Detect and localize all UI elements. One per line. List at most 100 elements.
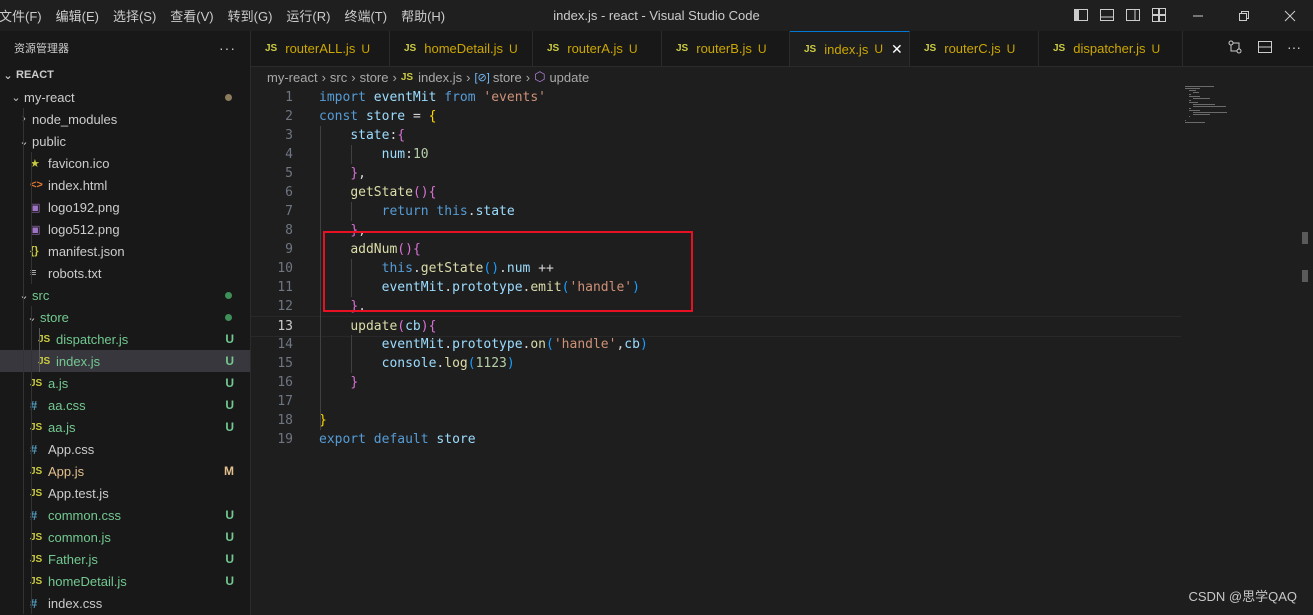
- code-line[interactable]: 3 state:{: [251, 126, 1181, 145]
- code-line[interactable]: 6 getState(){: [251, 183, 1181, 202]
- code-line[interactable]: 7 return this.state: [251, 202, 1181, 221]
- scrollbar[interactable]: [1302, 232, 1308, 282]
- code-line[interactable]: 12 },: [251, 297, 1181, 316]
- menu-item[interactable]: 文件(F): [0, 6, 49, 25]
- tree-file[interactable]: ≡ robots.txt: [0, 262, 250, 284]
- tree-file[interactable]: JS App.test.js: [0, 482, 250, 504]
- breadcrumb-item[interactable]: store: [360, 70, 389, 85]
- code-line[interactable]: 18}: [251, 411, 1181, 430]
- menu-item[interactable]: 运行(R): [279, 6, 337, 25]
- tree-file[interactable]: ▣ logo192.png: [0, 196, 250, 218]
- layout-sidebar-right-icon[interactable]: [1124, 6, 1142, 24]
- compare-changes-icon[interactable]: [1227, 39, 1243, 58]
- tree-file[interactable]: JS common.js U: [0, 526, 250, 548]
- layout-sidebar-left-icon[interactable]: [1072, 6, 1090, 24]
- tree-folder[interactable]: ⌄ store: [0, 306, 250, 328]
- code-line[interactable]: 1 import eventMit from 'events': [251, 88, 1181, 107]
- tree-item-label: aa.js: [48, 419, 76, 435]
- breadcrumb-item[interactable]: src: [330, 70, 347, 85]
- code-line[interactable]: 10 this.getState().num ++: [251, 259, 1181, 278]
- code-line[interactable]: 2 const store = {: [251, 107, 1181, 126]
- tab-label: index.js: [824, 41, 869, 57]
- editor-tab[interactable]: JS routerA.js U: [533, 31, 662, 66]
- menu-item[interactable]: 终端(T): [337, 6, 394, 25]
- minimize-icon[interactable]: [1175, 0, 1221, 31]
- tree-item-label: manifest.json: [48, 243, 125, 259]
- git-status-badge: U: [361, 41, 370, 56]
- code-line[interactable]: 8 },: [251, 221, 1181, 240]
- customize-layout-icon[interactable]: [1150, 6, 1168, 24]
- restore-icon[interactable]: [1221, 0, 1267, 31]
- code-token: (): [412, 185, 429, 200]
- tree-file[interactable]: JS dispatcher.js U: [0, 328, 250, 350]
- tree-folder[interactable]: ›node_modules: [0, 108, 250, 130]
- tree-item-label: logo512.png: [48, 221, 120, 237]
- code-token: .: [444, 280, 453, 295]
- code-token: store: [365, 109, 413, 124]
- code-line[interactable]: 5 },: [251, 164, 1181, 183]
- tree-folder[interactable]: ⌄ my-react: [0, 86, 250, 108]
- menu-item[interactable]: 转到(G): [221, 6, 280, 25]
- tree-file[interactable]: JS homeDetail.js U: [0, 570, 250, 592]
- minimap-line: [1189, 102, 1198, 103]
- tree-file[interactable]: {} manifest.json: [0, 240, 250, 262]
- tree-file[interactable]: JS aa.js U: [0, 416, 250, 438]
- tree-file[interactable]: JS index.js U: [0, 350, 250, 372]
- menu-item[interactable]: 编辑(E): [49, 6, 106, 25]
- more-actions-icon[interactable]: ···: [219, 40, 236, 56]
- variable-icon: [⊘]: [474, 71, 490, 84]
- menu-item[interactable]: 选择(S): [106, 6, 163, 25]
- tree-file[interactable]: # aa.css U: [0, 394, 250, 416]
- editor-tab[interactable]: JS routerC.js U: [910, 31, 1039, 66]
- menu-item[interactable]: 帮助(H): [394, 6, 452, 25]
- code-content: },: [319, 221, 366, 240]
- breadcrumb-item[interactable]: store: [493, 70, 522, 85]
- tree-file[interactable]: # common.css U: [0, 504, 250, 526]
- breadcrumb-item[interactable]: my-react: [267, 70, 318, 85]
- tree-file[interactable]: <> index.html: [0, 174, 250, 196]
- html-file-icon: <>: [30, 179, 43, 191]
- tree-file[interactable]: # index.css: [0, 592, 250, 614]
- breadcrumb-item[interactable]: index.js: [418, 70, 462, 85]
- code-token: .: [412, 261, 421, 276]
- code-line[interactable]: 14 eventMit.prototype.on('handle',cb): [251, 335, 1181, 354]
- close-tab-icon[interactable]: ✕: [891, 41, 903, 58]
- code-line[interactable]: 16 }: [251, 373, 1181, 392]
- code-token: ): [506, 356, 515, 371]
- split-editor-icon[interactable]: [1257, 39, 1273, 58]
- indent-guide: [23, 570, 24, 592]
- code-line[interactable]: 13 update(cb){: [251, 316, 1181, 337]
- editor-tab[interactable]: JS dispatcher.js U: [1039, 31, 1183, 66]
- code-line[interactable]: 19 export default store: [251, 430, 1181, 449]
- tree-file[interactable]: JS Father.js U: [0, 548, 250, 570]
- minimap[interactable]: [1185, 86, 1245, 126]
- indent-guide: [23, 526, 24, 548]
- code-token: ): [632, 280, 640, 295]
- more-actions-icon[interactable]: ···: [1287, 39, 1301, 58]
- code-editor[interactable]: 1 import eventMit from 'events' 2 const sto…: [251, 86, 1313, 615]
- editor-tab[interactable]: JS routerB.js U: [662, 31, 790, 66]
- workspace-section[interactable]: ⌄ REACT: [0, 64, 250, 86]
- code-line[interactable]: 15 console.log(1123): [251, 354, 1181, 373]
- tree-folder[interactable]: ⌄ public: [0, 130, 250, 152]
- code-token: eventMit: [373, 90, 445, 105]
- code-line[interactable]: 4 num:10: [251, 145, 1181, 164]
- breadcrumb-item[interactable]: update: [549, 70, 589, 85]
- tree-file[interactable]: JS a.js U: [0, 372, 250, 394]
- editor-tab[interactable]: JS index.js U ✕: [790, 31, 910, 66]
- editor-tab[interactable]: JS homeDetail.js U: [390, 31, 533, 66]
- code-line[interactable]: 9 addNum(){: [251, 240, 1181, 259]
- tree-file[interactable]: JS App.js M: [0, 460, 250, 482]
- code-line[interactable]: 11 eventMit.prototype.emit('handle'): [251, 278, 1181, 297]
- tree-file[interactable]: ▣ logo512.png: [0, 218, 250, 240]
- tree-folder[interactable]: ⌄ src: [0, 284, 250, 306]
- code-token: ): [420, 319, 429, 334]
- close-icon[interactable]: [1267, 0, 1313, 31]
- tree-file[interactable]: # App.css: [0, 438, 250, 460]
- layout-panel-icon[interactable]: [1098, 6, 1116, 24]
- code-token: prototype: [452, 280, 523, 295]
- code-line[interactable]: 17: [251, 392, 1181, 411]
- tree-file[interactable]: ★ favicon.ico: [0, 152, 250, 174]
- editor-tab[interactable]: JS routerALL.js U: [251, 31, 390, 66]
- menu-item[interactable]: 查看(V): [163, 6, 220, 25]
